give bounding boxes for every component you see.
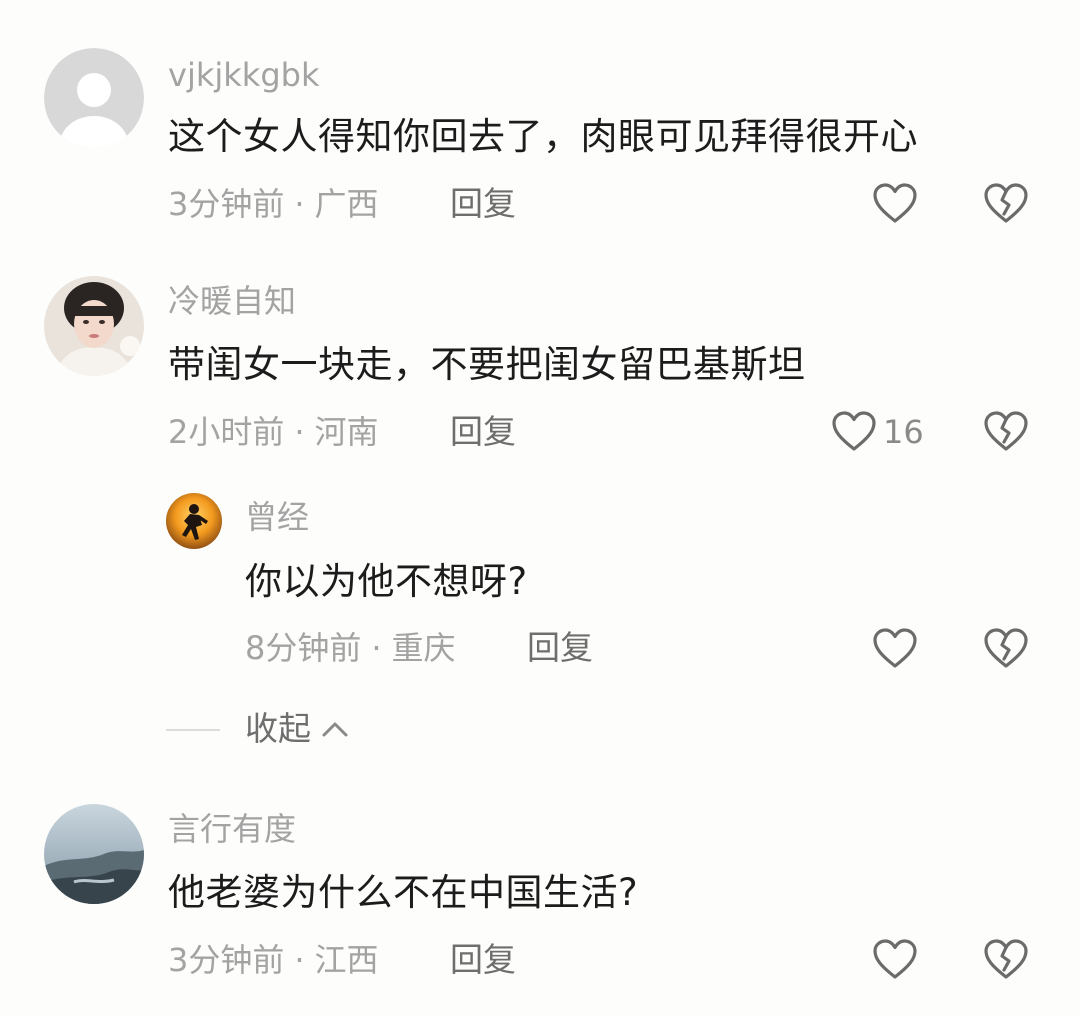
broken-heart-icon[interactable] [983,181,1029,227]
heart-outline-icon[interactable] [872,626,918,672]
heart-outline-icon[interactable] [831,409,877,455]
comment-location: 广西 [314,185,379,223]
comment-time: 3分钟前 [168,185,285,223]
reply-button[interactable]: 回复 [527,631,593,664]
comment-location: 重庆 [391,629,456,667]
heart-outline-icon[interactable] [872,937,918,983]
comment-meta: 8分钟前 · 重庆 [245,632,456,664]
username[interactable]: 言行有度 [168,813,296,845]
comment-meta: 3分钟前 · 广西 [168,188,379,220]
separator-dot: · [294,413,305,451]
reply-button[interactable]: 回复 [450,943,516,976]
comment-time: 3分钟前 [168,941,285,979]
avatar[interactable] [166,493,222,549]
comment-time: 2小时前 [168,413,285,451]
broken-heart-icon[interactable] [983,409,1029,455]
broken-heart-icon[interactable] [983,937,1029,983]
comment-time: 8分钟前 [245,629,362,667]
separator-dot: · [371,629,382,667]
reply-button[interactable]: 回复 [450,187,516,220]
avatar[interactable] [44,804,144,904]
avatar[interactable] [44,276,144,376]
default-avatar[interactable] [44,48,144,148]
comment-meta: 2小时前 · 河南 [168,416,379,448]
chevron-up-icon[interactable] [320,716,350,742]
comment-text: 这个女人得知你回去了，肉眼可见拜得很开心 [168,115,918,158]
separator-dot: · [294,185,305,223]
collapse-divider [166,729,220,731]
username[interactable]: 曾经 [245,501,309,533]
separator-dot: · [294,941,305,979]
username[interactable]: vjkjkkgbk [168,59,319,91]
username[interactable]: 冷暖自知 [168,285,296,317]
reply-button[interactable]: 回复 [450,415,516,448]
broken-heart-icon[interactable] [983,626,1029,672]
comment-text: 你以为他不想呀? [245,560,528,603]
like-count: 16 [883,413,924,451]
collapse-replies-button[interactable]: 收起 [245,712,311,745]
heart-outline-icon[interactable] [872,181,918,227]
comment-text: 他老婆为什么不在中国生活? [168,871,639,914]
comment-meta: 3分钟前 · 江西 [168,944,379,976]
comment-location: 江西 [314,941,379,979]
comment-location: 河南 [314,413,379,451]
comment-text: 带闺女一块走，不要把闺女留巴基斯坦 [168,343,806,386]
